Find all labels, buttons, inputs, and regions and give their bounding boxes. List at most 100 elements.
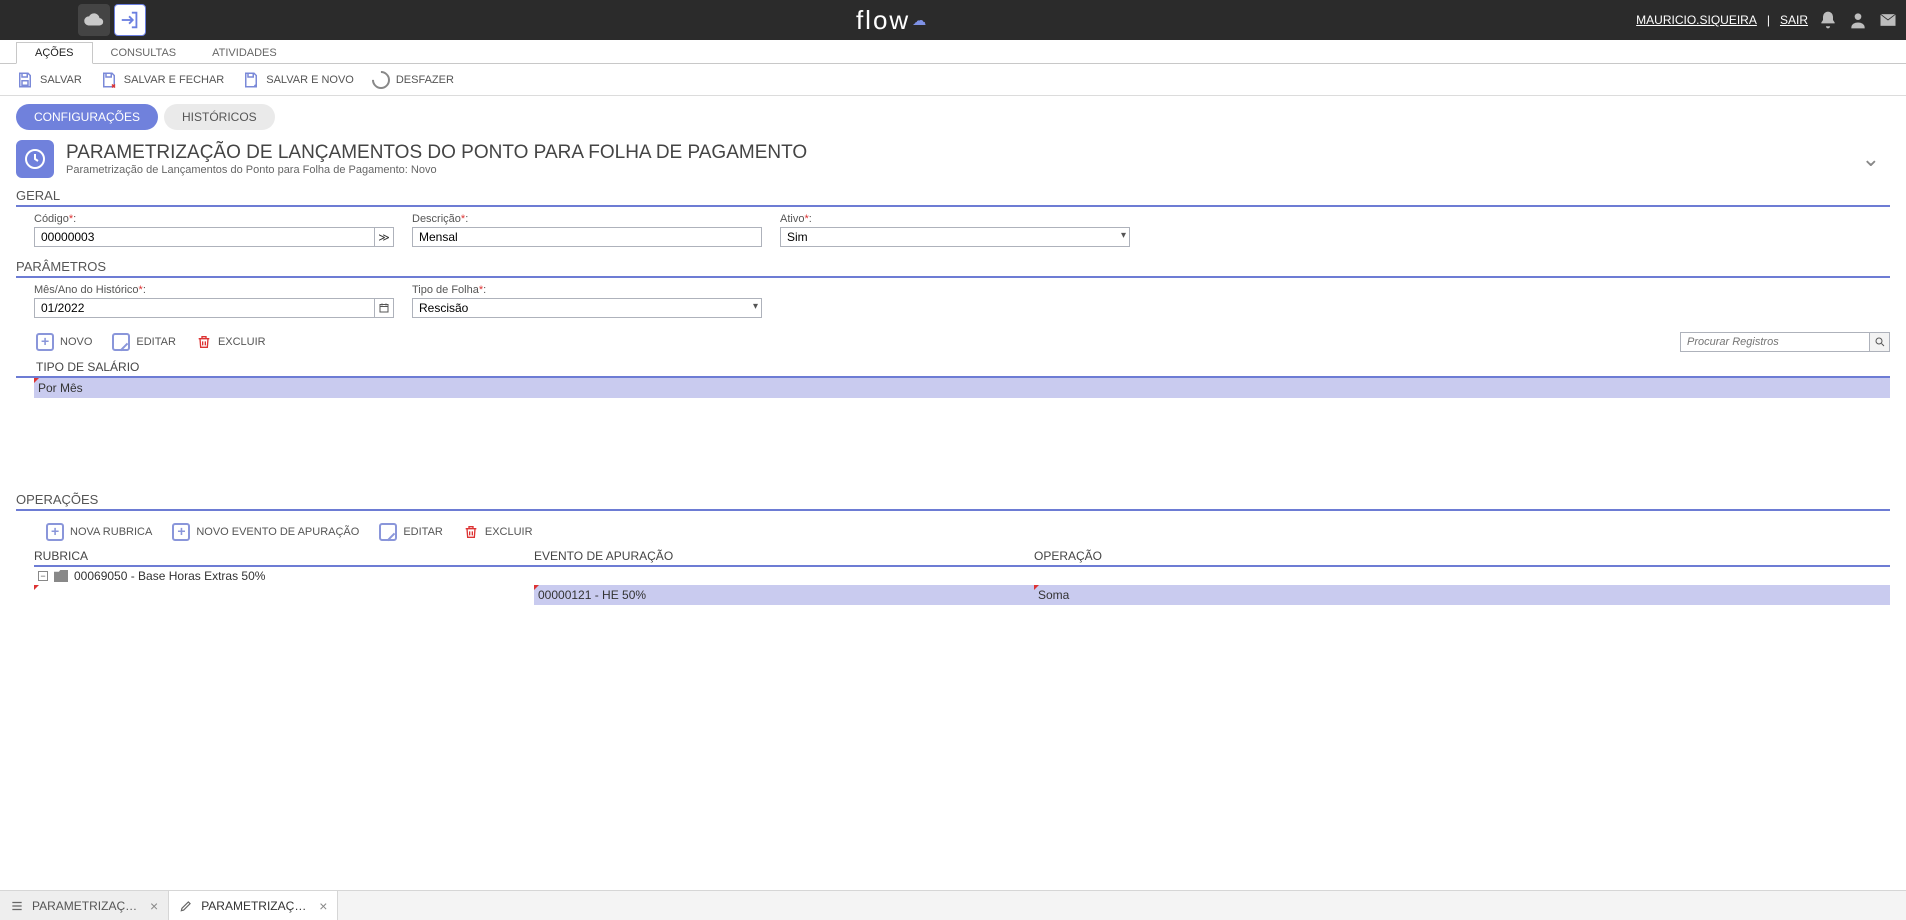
logo-text: flow (856, 5, 910, 36)
page-title: PARAMETRIZAÇÃO DE LANÇAMENTOS DO PONTO P… (66, 142, 807, 164)
action-label: SALVAR E NOVO (266, 74, 354, 86)
cell-tipo-salario: Por Mês (38, 381, 83, 395)
pill-historicos[interactable]: HISTÓRICOS (164, 104, 275, 130)
ribbon-tabs: AÇÕES CONSULTAS ATIVIDADES (0, 40, 1906, 64)
select-ativo[interactable] (780, 227, 1130, 247)
close-icon[interactable]: × (150, 898, 158, 914)
chevron-down-icon[interactable]: ⌄ (1862, 146, 1890, 172)
ops-header-operacao: OPERAÇÃO (1034, 547, 1890, 565)
action-salvar-novo[interactable]: SALVAR E NOVO (242, 71, 354, 89)
grid-row-tipo-salario[interactable]: Por Mês (34, 378, 1890, 398)
page-header: PARAMETRIZAÇÃO DE LANÇAMENTOS DO PONTO P… (0, 138, 1906, 184)
separator: | (1767, 13, 1770, 27)
ops-header-rubrica: RUBRICA (34, 547, 534, 565)
label-mesano: Mês/Ano do Histórico (34, 284, 139, 296)
cloud-icon: ☁ (912, 12, 926, 29)
action-salvar-fechar[interactable]: SALVAR E FECHAR (100, 71, 224, 89)
button-excluir[interactable]: EXCLUIR (196, 334, 266, 350)
select-tipo-folha[interactable] (412, 298, 762, 318)
close-icon[interactable]: × (319, 898, 327, 914)
button-label: EXCLUIR (218, 336, 266, 348)
save-new-icon (242, 71, 260, 89)
pencil-box-icon (112, 333, 130, 351)
button-label: EDITAR (136, 336, 176, 348)
topbar: flow ☁ MAURICIO.SIQUEIRA | SAIR (0, 0, 1906, 40)
label-codigo: Código (34, 213, 69, 225)
section-title-operacoes: OPERAÇÕES (16, 488, 1890, 511)
dirty-marker-icon (34, 378, 39, 383)
list-icon (10, 899, 24, 913)
calendar-button[interactable] (375, 298, 394, 318)
button-editar[interactable]: EDITAR (112, 333, 176, 351)
button-label: NOVO (60, 336, 92, 348)
button-label: EDITAR (403, 526, 443, 538)
action-desfazer[interactable]: DESFAZER (372, 71, 454, 89)
input-codigo[interactable] (34, 227, 375, 247)
header-clock-icon (16, 140, 54, 178)
ops-rubrica-row[interactable]: − 00069050 - Base Horas Extras 50% (34, 567, 1890, 585)
action-label: SALVAR E FECHAR (124, 74, 224, 86)
bottom-tab-1-label: PARAMETRIZAÇÃO DE LA... (32, 899, 142, 913)
ops-header-evento: EVENTO DE APURAÇÃO (534, 547, 1034, 565)
action-salvar[interactable]: SALVAR (16, 71, 82, 89)
section-title-geral: GERAL (16, 184, 1890, 207)
label-descricao: Descrição (412, 213, 461, 225)
bell-icon[interactable] (1818, 10, 1838, 30)
page-subtitle: Parametrização de Lançamentos do Ponto p… (66, 164, 807, 176)
search-button[interactable] (1870, 332, 1890, 352)
button-novo-evento[interactable]: NOVO EVENTO DE APURAÇÃO (172, 523, 359, 541)
button-novo[interactable]: NOVO (36, 333, 92, 351)
bottom-tab-2-label: PARAMETRIZAÇÃO DE ... (201, 899, 311, 913)
input-mesano[interactable] (34, 298, 375, 318)
user-link[interactable]: MAURICIO.SIQUEIRA (1636, 13, 1757, 27)
trash-icon (196, 334, 212, 350)
lookup-codigo-button[interactable]: ≫ (375, 227, 394, 247)
button-editar-op[interactable]: EDITAR (379, 523, 443, 541)
trash-icon (463, 524, 479, 540)
cell-operacao: Soma (1038, 588, 1069, 602)
action-label: SALVAR (40, 74, 82, 86)
tree-collapse-icon[interactable]: − (38, 571, 48, 581)
pill-tabs: CONFIGURAÇÕES HISTÓRICOS (0, 96, 1906, 138)
bottom-tab-1[interactable]: PARAMETRIZAÇÃO DE LA... × (0, 891, 169, 920)
ribbon-tab-atividades[interactable]: ATIVIDADES (194, 43, 295, 63)
cell-evento: 00000121 - HE 50% (538, 588, 646, 602)
ribbon-tab-acoes[interactable]: AÇÕES (16, 42, 93, 64)
pencil-icon (179, 899, 193, 913)
button-label: NOVO EVENTO DE APURAÇÃO (196, 526, 359, 538)
pill-configuracoes[interactable]: CONFIGURAÇÕES (16, 104, 158, 130)
grid-header-tipo-salario: TIPO DE SALÁRIO (16, 358, 1890, 378)
plus-box-icon (46, 523, 64, 541)
logout-link[interactable]: SAIR (1780, 13, 1808, 27)
ops-detail-row[interactable]: 00000121 - HE 50% Soma (34, 585, 1890, 605)
topbar-enter-button[interactable] (114, 4, 146, 36)
mail-icon[interactable] (1878, 10, 1898, 30)
label-ativo: Ativo (780, 213, 804, 225)
label-tipo-folha: Tipo de Folha (412, 284, 479, 296)
bottom-tabs: PARAMETRIZAÇÃO DE LA... × PARAMETRIZAÇÃO… (0, 890, 1906, 920)
user-icon[interactable] (1848, 10, 1868, 30)
button-nova-rubrica[interactable]: NOVA RUBRICA (46, 523, 152, 541)
undo-icon (368, 67, 393, 92)
bottom-tab-2[interactable]: PARAMETRIZAÇÃO DE ... × (169, 891, 338, 920)
ribbon-actions: SALVAR SALVAR E FECHAR SALVAR E NOVO DES… (0, 64, 1906, 96)
section-parametros: PARÂMETROS Mês/Ano do Histórico*: Tipo d… (0, 255, 1906, 398)
search-registros-input[interactable] (1680, 332, 1870, 352)
action-label: DESFAZER (396, 74, 454, 86)
input-descricao[interactable] (412, 227, 762, 247)
save-close-icon (100, 71, 118, 89)
button-label: NOVA RUBRICA (70, 526, 152, 538)
section-geral: GERAL Código*: ≫ Descrição*: Ativo*: ▾ (0, 184, 1906, 247)
pencil-box-icon (379, 523, 397, 541)
button-label: EXCLUIR (485, 526, 533, 538)
cell-rubrica: 00069050 - Base Horas Extras 50% (74, 569, 265, 583)
button-excluir-op[interactable]: EXCLUIR (463, 524, 533, 540)
folder-icon (54, 570, 68, 582)
topbar-cloud-button[interactable] (78, 4, 110, 36)
save-icon (16, 71, 34, 89)
section-title-parametros: PARÂMETROS (16, 255, 1890, 278)
plus-box-icon (36, 333, 54, 351)
section-operacoes: OPERAÇÕES NOVA RUBRICA NOVO EVENTO DE AP… (0, 488, 1906, 605)
plus-box-icon (172, 523, 190, 541)
ribbon-tab-consultas[interactable]: CONSULTAS (93, 43, 195, 63)
